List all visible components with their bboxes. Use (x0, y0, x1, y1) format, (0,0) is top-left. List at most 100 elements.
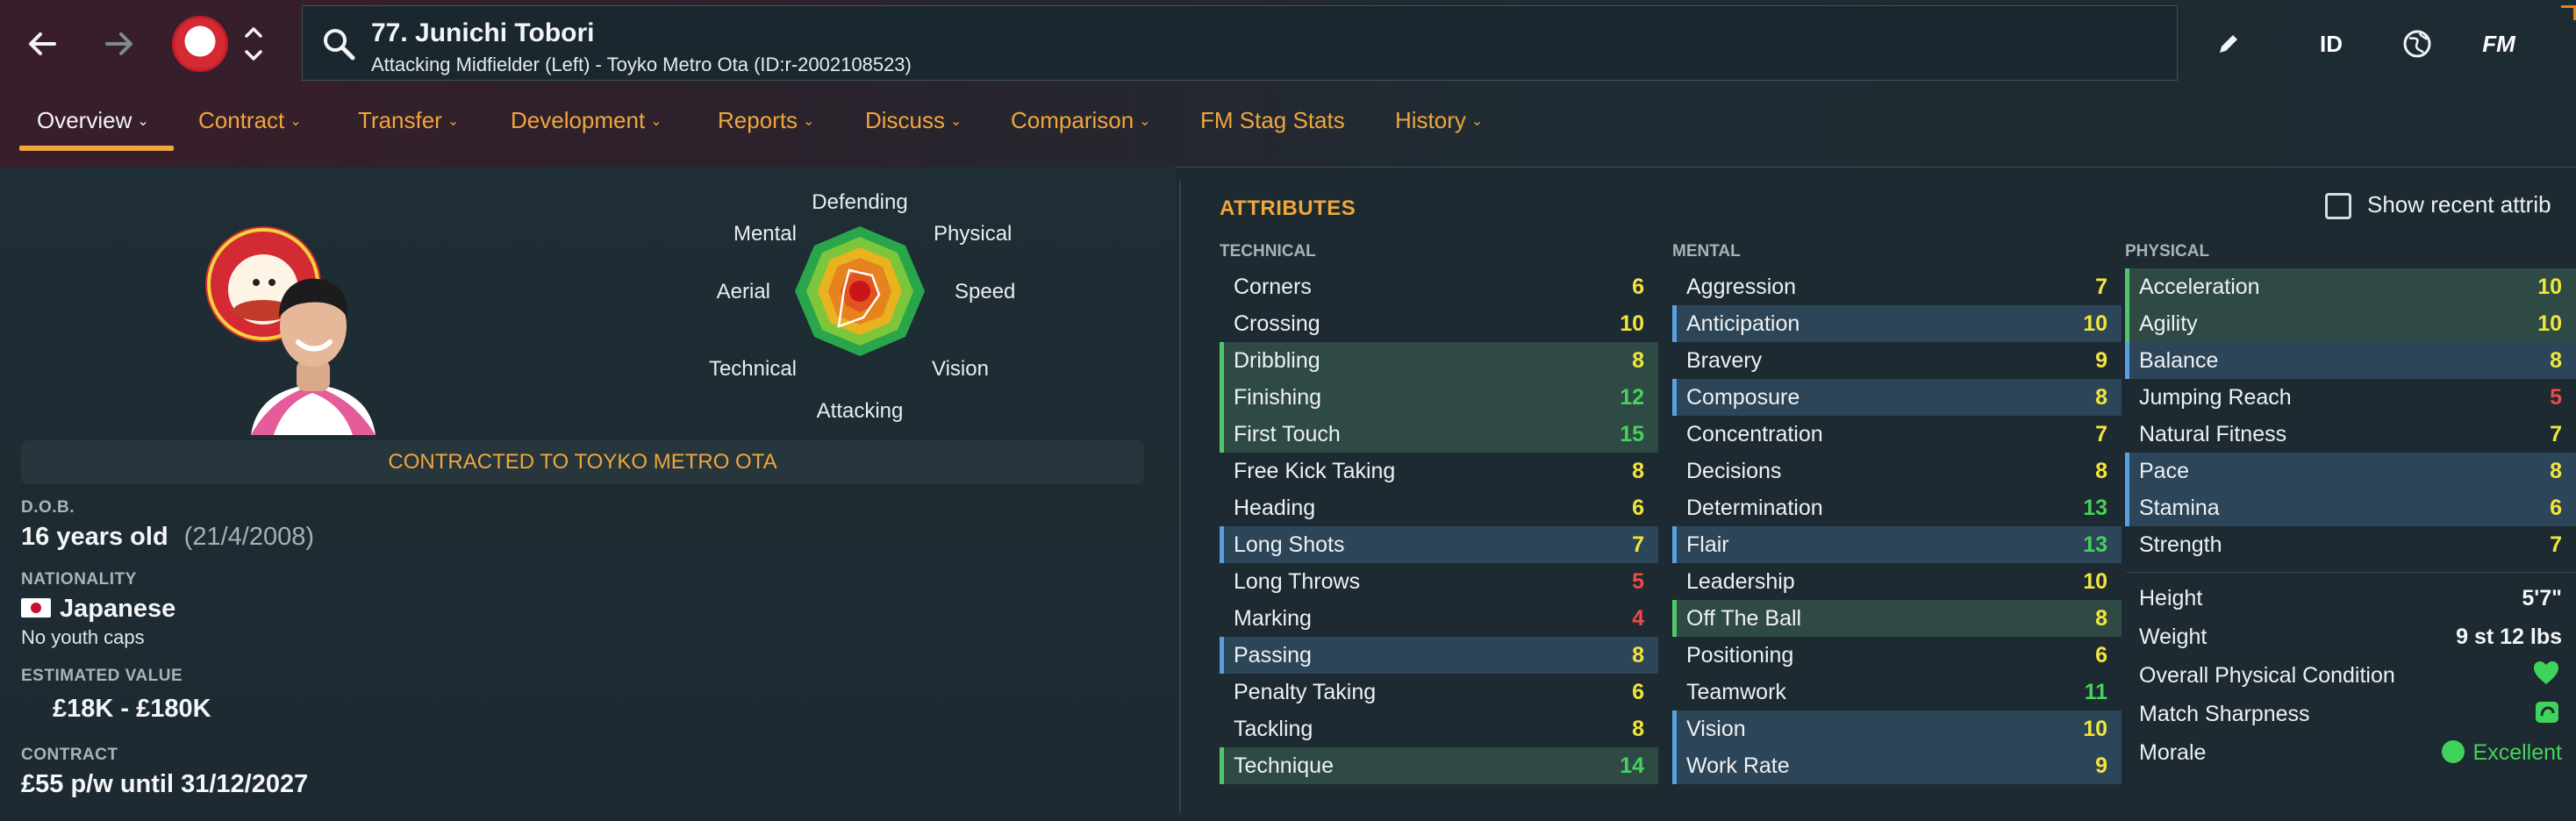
attribute-name: Decisions (1686, 458, 1782, 483)
search-icon (324, 29, 355, 61)
attribute-row[interactable]: Stamina 6 (2125, 489, 2576, 526)
tab-development[interactable]: Development ⌄ (511, 107, 662, 134)
pencil-icon (2220, 35, 2237, 53)
attribute-row[interactable]: Penalty Taking 6 (1220, 674, 1658, 710)
attribute-row[interactable]: Corners 6 (1220, 268, 1658, 305)
attribute-value: 11 (2084, 679, 2107, 704)
attribute-row[interactable]: Leadership 10 (1672, 563, 2122, 600)
attribute-name: Technique (1234, 753, 1334, 778)
chevron-down-icon: ⌄ (447, 114, 460, 129)
player-search-box[interactable]: 77. Junichi Tobori Attacking Midfielder … (302, 5, 2178, 81)
tab-label: Overview (37, 107, 132, 133)
tab-comparison[interactable]: Comparison ⌄ (1011, 107, 1151, 134)
forward-button[interactable] (97, 21, 142, 67)
attribute-row[interactable]: Positioning 6 (1672, 637, 2122, 674)
attribute-value: 15 (1620, 421, 1644, 446)
tab-discuss[interactable]: Discuss ⌄ (865, 107, 962, 134)
attribute-row[interactable]: Tackling 8 (1220, 710, 1658, 747)
nationality-value[interactable]: Japanese (21, 595, 175, 624)
attribute-row[interactable]: First Touch 15 (1220, 416, 1658, 453)
attribute-row[interactable]: Flair 13 (1672, 526, 2122, 563)
attribute-row[interactable]: Finishing 12 (1220, 379, 1658, 416)
morale-value[interactable]: Excellent (2441, 740, 2562, 766)
attribute-name: First Touch (1234, 421, 1341, 446)
attribute-name: Determination (1686, 495, 1823, 520)
radar-label-attacking: Attacking (817, 399, 904, 423)
attribute-row[interactable]: Agility 10 (2125, 305, 2576, 342)
attribute-row[interactable]: Balance 8 (2125, 342, 2576, 379)
radar-label-vision: Vision (932, 357, 989, 381)
corner-indicator (2561, 5, 2576, 20)
attribute-value: 6 (1632, 679, 1644, 704)
tab-transfer[interactable]: Transfer ⌄ (358, 107, 459, 134)
attribute-value: 8 (2095, 384, 2107, 410)
attribute-row[interactable]: Technique 14 (1220, 747, 1658, 784)
show-recent-attributes-toggle[interactable]: Show recent attrib (2325, 191, 2551, 220)
attribute-name: Strength (2139, 532, 2222, 557)
attribute-name: Positioning (1686, 642, 1794, 668)
player-nav-updown[interactable] (240, 19, 267, 68)
mental-attributes-list: Aggression 7 Anticipation 10 Bravery 9 Composu… (1672, 268, 2122, 784)
club-badge-icon[interactable] (172, 16, 228, 72)
tab-history[interactable]: History ⌄ (1395, 107, 1483, 134)
attribute-name: Concentration (1686, 421, 1823, 446)
back-button[interactable] (19, 21, 65, 67)
attribute-name: Work Rate (1686, 753, 1790, 778)
attribute-name: Flair (1686, 532, 1729, 557)
attribute-row[interactable]: Jumping Reach 5 (2125, 379, 2576, 416)
attribute-row[interactable]: Long Throws 5 (1220, 563, 1658, 600)
tab-contract[interactable]: Contract ⌄ (198, 107, 302, 134)
tab-reports[interactable]: Reports ⌄ (718, 107, 814, 134)
tab-fm-stag-stats[interactable]: FM Stag Stats (1200, 107, 1345, 134)
attribute-value: 14 (1620, 753, 1644, 778)
attribute-row[interactable]: Decisions 8 (1672, 453, 2122, 489)
attribute-row[interactable]: Off The Ball 8 (1672, 600, 2122, 637)
attribute-row[interactable]: Marking 4 (1220, 600, 1658, 637)
attribute-row[interactable]: Passing 8 (1220, 637, 1658, 674)
youth-caps-text: No youth caps (21, 626, 145, 648)
attribute-row[interactable]: Composure 8 (1672, 379, 2122, 416)
attribute-row[interactable]: Acceleration 10 (2125, 268, 2576, 305)
attribute-name: Marking (1234, 605, 1312, 631)
chevron-down-icon: ⌄ (1470, 114, 1484, 129)
nationality-text: Japanese (60, 595, 176, 623)
fm-button[interactable]: FM (2472, 21, 2525, 67)
chevron-down-icon: ⌄ (137, 114, 149, 129)
edit-button[interactable] (2211, 21, 2246, 67)
radar-label-aerial: Aerial (717, 280, 770, 303)
attribute-row[interactable]: Aggression 7 (1672, 268, 2122, 305)
attribute-value: 9 (2095, 347, 2107, 373)
attribute-row[interactable]: Vision 10 (1672, 710, 2122, 747)
attribute-name: Agility (2139, 311, 2198, 336)
attribute-row[interactable]: Pace 8 (2125, 453, 2576, 489)
attribute-row[interactable]: Determination 13 (1672, 489, 2122, 526)
attribute-name: Anticipation (1686, 311, 1800, 336)
attribute-row[interactable]: Bravery 9 (1672, 342, 2122, 379)
attribute-row[interactable]: Concentration 7 (1672, 416, 2122, 453)
attribute-name: Finishing (1234, 384, 1322, 410)
attribute-row[interactable]: Heading 6 (1220, 489, 1658, 526)
tab-overview[interactable]: Overview ⌄ (37, 107, 149, 134)
attribute-row[interactable]: Long Shots 7 (1220, 526, 1658, 563)
attribute-row[interactable]: Dribbling 8 (1220, 342, 1658, 379)
attribute-row[interactable]: Free Kick Taking 8 (1220, 453, 1658, 489)
attribute-row[interactable]: Teamwork 11 (1672, 674, 2122, 710)
attribute-row[interactable]: Crossing 10 (1220, 305, 1658, 342)
attribute-row[interactable]: Natural Fitness 7 (2125, 416, 2576, 453)
active-tab-underline (19, 146, 174, 151)
morale-text: Excellent (2472, 740, 2562, 765)
tab-label: History (1395, 107, 1466, 133)
estimated-value-label: ESTIMATED VALUE (21, 667, 183, 685)
attribute-value: 13 (2083, 532, 2107, 557)
attribute-value: 7 (2550, 421, 2562, 446)
chevron-down-icon: ⌄ (650, 114, 662, 129)
attribute-row[interactable]: Work Rate 9 (1672, 747, 2122, 784)
globe-button[interactable] (2395, 21, 2439, 67)
tab-label: Contract (198, 107, 285, 133)
id-button[interactable]: ID (2309, 21, 2353, 67)
height-label: Height (2139, 586, 2203, 610)
attribute-row[interactable]: Anticipation 10 (1672, 305, 2122, 342)
attribute-row[interactable]: Strength 7 (2125, 526, 2576, 563)
attribute-name: Leadership (1686, 568, 1795, 594)
checkbox-icon[interactable] (2325, 193, 2351, 220)
